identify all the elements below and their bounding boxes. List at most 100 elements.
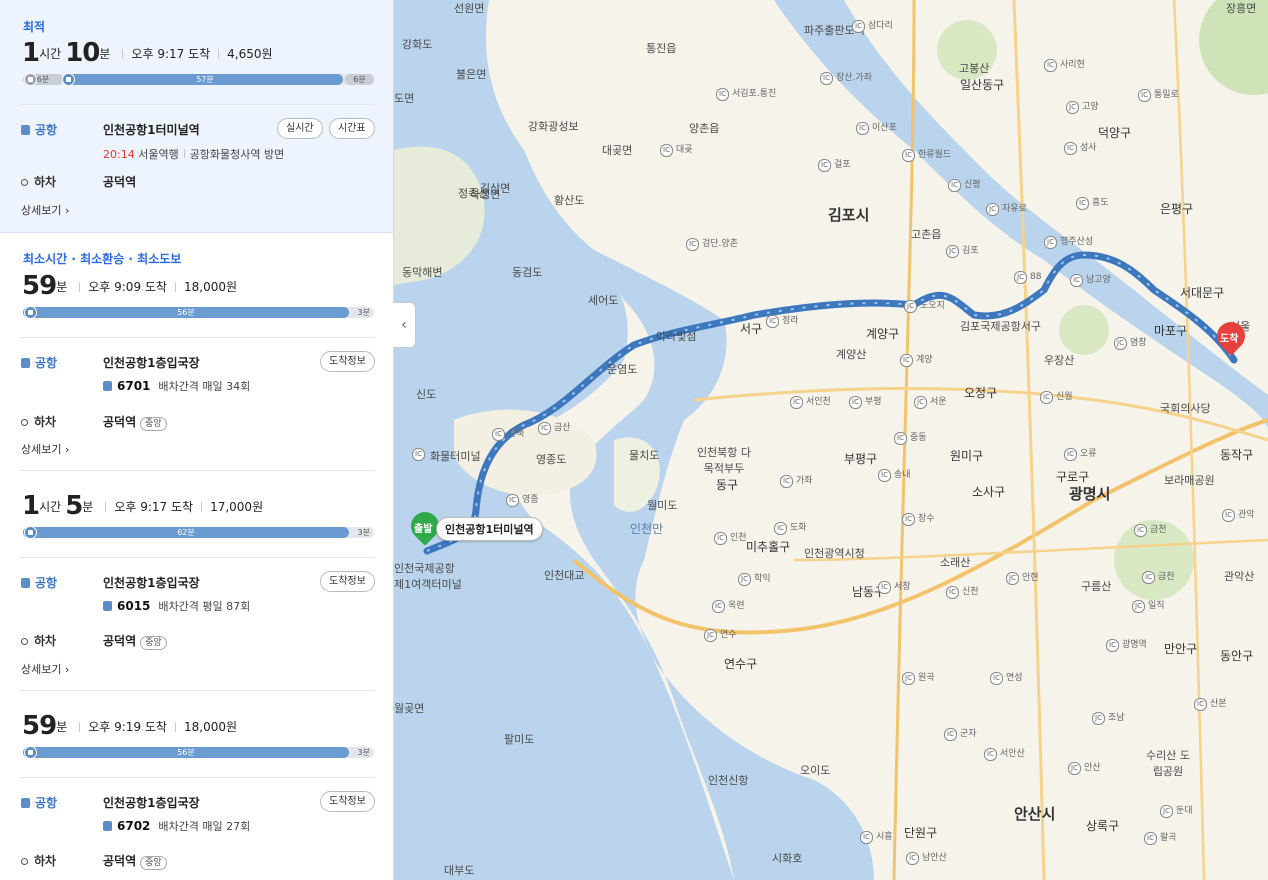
ic-marker: IC 산본 <box>1194 696 1227 711</box>
place-label: 강화도 <box>402 38 433 51</box>
fare: 18,000원 <box>183 280 238 294</box>
bus-icon <box>21 358 30 368</box>
place-label: 도면 <box>394 92 415 105</box>
detail-link[interactable]: 상세보기 › <box>21 441 69 457</box>
ic-marker: IC 송내 <box>878 467 911 482</box>
ic-marker: IC 오류 <box>1064 446 1097 461</box>
place-label: 선원면 <box>454 2 485 15</box>
minute-unit: 분 <box>99 47 111 61</box>
board-label: 공항 <box>35 123 58 137</box>
bus-number[interactable]: 6702 <box>117 819 150 833</box>
place-label: 대곶면 <box>602 144 633 157</box>
detail-link[interactable]: 상세보기 › <box>21 661 69 677</box>
walk-segment: 3분 <box>357 748 370 757</box>
arrival-info-button[interactable]: 도착정보 <box>320 791 375 812</box>
place-label: 황산도 <box>554 194 585 207</box>
ic-icon: IC <box>774 522 787 535</box>
realtime-button[interactable]: 실시간 <box>277 118 323 139</box>
route-card[interactable]: 1시간 5분 오후 9:17 도착 17,000원 62분 3분 공항 인천공항1층입국… <box>0 471 393 691</box>
landmark-label: 아라빛섬 <box>656 330 697 343</box>
ic-icon: IC <box>412 448 425 461</box>
alight-label: 하차 <box>34 854 57 868</box>
timetable-button[interactable]: 시간표 <box>329 118 375 139</box>
ic-icon: IC <box>948 179 961 192</box>
ic-icon: IC <box>1064 448 1077 461</box>
ic-icon: JC <box>738 573 751 586</box>
board-stop: 인천공항1층입국장 <box>103 796 200 810</box>
arrival-info-button[interactable]: 도착정보 <box>320 351 375 372</box>
stop-chip: 중앙 <box>140 636 167 650</box>
bus-number[interactable]: 6701 <box>117 379 150 393</box>
map-view[interactable]: 김포시 광명시 안산시 인천만 선원면 강화도 불은면 도면 강화광성보 통진읍… <box>394 0 1268 880</box>
ic-marker: IC 영종 <box>506 492 539 507</box>
ic-icon: IC <box>820 72 833 85</box>
transit-segment: 56분 <box>23 307 349 318</box>
place-label: 동막해변 <box>402 266 443 279</box>
chevron-left-icon: ‹ <box>401 317 407 333</box>
ic-icon: IC <box>818 159 831 172</box>
arrival-time: 오후 9:09 도착 <box>88 280 167 294</box>
ic-icon: IC <box>1138 89 1151 102</box>
route-card[interactable]: 59분 오후 9:19 도착 18,000원 56분 3분 공항 인천공항1층입국장 … <box>0 691 393 880</box>
ic-marker: IC 사리현 <box>1044 57 1085 72</box>
detail-link[interactable]: 상세보기 › <box>21 202 69 218</box>
fare: 4,650원 <box>227 47 273 61</box>
ic-marker: IC 인천 <box>714 530 747 545</box>
place-label: 대부도 <box>444 864 475 877</box>
bus-icon <box>103 381 112 391</box>
arrival-time: 오후 9:17 도착 <box>114 500 194 514</box>
ic-icon: IC <box>902 513 915 526</box>
ic-marker: IC 남안산 <box>906 850 947 865</box>
park-label: 계양산 <box>836 348 867 361</box>
ic-icon: IC <box>686 238 699 251</box>
bus-number[interactable]: 6015 <box>117 599 150 613</box>
arrival-info-button[interactable]: 도착정보 <box>320 571 375 592</box>
minute-unit: 분 <box>56 280 68 294</box>
arrival-time: 오후 9:17 도착 <box>131 47 211 61</box>
ic-marker: IC 서안산 <box>984 746 1025 761</box>
ic-icon: JC <box>1114 337 1127 350</box>
ic-icon: IC <box>900 354 913 367</box>
alight-row: 하차 공덕역 중앙 <box>21 632 167 650</box>
ic-marker: JC 고양 <box>1066 99 1099 114</box>
place-label: 강화광성보 <box>528 120 579 133</box>
route-summary: 1시간 10분 오후 9:17 도착 4,650원 <box>22 38 273 68</box>
route-card[interactable]: 최소시간 · 최소환승 · 최소도보 59분 오후 9:09 도착 18,000원 … <box>0 233 393 471</box>
place-label: 신도 <box>416 388 437 401</box>
ic-marker: IC 부평 <box>849 394 882 409</box>
ic-icon: JC <box>1006 572 1019 585</box>
board-row: 공항 인천공항1터미널역 <box>21 121 200 138</box>
hour-unit: 시간 <box>39 500 62 514</box>
ic-icon: JC <box>1132 600 1145 613</box>
departure-time: 20:14 <box>103 148 135 161</box>
ic-icon: IC <box>1142 571 1155 584</box>
district-label: 동구 <box>716 478 739 492</box>
district-label: 동안구 <box>1220 649 1254 663</box>
ic-icon: IC <box>902 149 915 162</box>
chevron-right-icon: › <box>64 443 70 456</box>
ic-icon: IC <box>714 532 727 545</box>
bus-icon <box>24 306 37 319</box>
park-label: 우장산 <box>1044 354 1075 367</box>
ic-marker: JC 자유로 <box>986 201 1027 216</box>
district-label: 마포구 <box>1154 324 1188 338</box>
alight-dot-icon <box>21 638 28 645</box>
ic-icon: JC <box>986 203 999 216</box>
ic-marker: IC 가좌 <box>780 473 813 488</box>
ic-marker: JC 원곡 <box>902 670 935 685</box>
route-card-optimal[interactable]: 최적 1시간 10분 오후 9:17 도착 4,650원 6분 57분 6분 공항 인천… <box>0 0 393 233</box>
ic-marker: JC 서운 <box>914 394 947 409</box>
city-label: 광명시 <box>1069 485 1111 503</box>
ic-icon: IC <box>894 432 907 445</box>
detail-label: 상세보기 <box>21 663 62 676</box>
ic-marker: IC 서김포.통진 <box>716 86 776 101</box>
ic-icon: IC <box>1040 391 1053 404</box>
bus-interval: 배차간격 매일 27회 <box>158 820 251 833</box>
ic-icon: IC <box>506 494 519 507</box>
collapse-panel-button[interactable]: ‹ <box>393 302 416 348</box>
ic-marker: JC 연수 <box>704 627 737 642</box>
ic-marker: IC 흥도 <box>1076 195 1109 210</box>
ic-marker: IC 신월 <box>1040 389 1073 404</box>
highway <box>793 538 1268 562</box>
ic-marker: JC 노오지 <box>904 298 945 313</box>
